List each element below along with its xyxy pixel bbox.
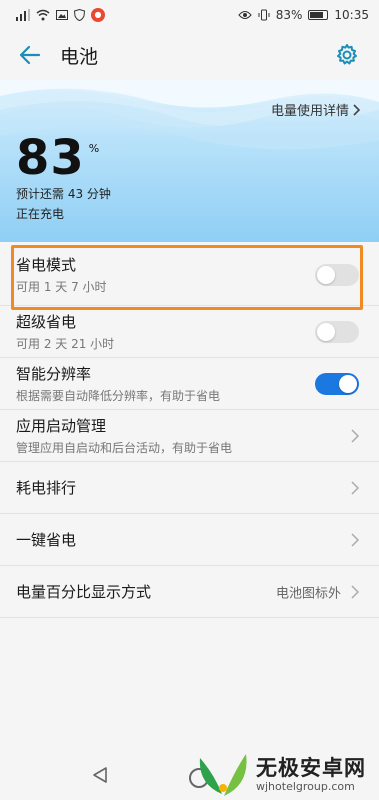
battery-hero: 电量使用详情 83 % 预计还需 43 分钟 正在充电 <box>0 80 379 242</box>
list-item-power-consumption-ranking[interactable]: 耗电排行 <box>0 462 379 514</box>
list-item-ultra-power-saving[interactable]: 超级省电 可用 2 天 21 小时 <box>0 306 379 358</box>
list-item-battery-percentage-display[interactable]: 电量百分比显示方式 电池图标外 <box>0 566 379 618</box>
chevron-right-icon <box>353 103 361 116</box>
app-bar: 电池 <box>0 30 379 80</box>
arrow-left-icon <box>19 45 41 65</box>
shield-icon <box>74 9 85 21</box>
charging-status: 正在充电 <box>16 207 65 221</box>
item-subtitle: 管理应用自启动和后台活动，有助于省电 <box>16 441 233 455</box>
item-title: 一键省电 <box>16 531 77 549</box>
nav-back-icon[interactable] <box>92 766 108 784</box>
smart-resolution-toggle[interactable] <box>315 372 359 395</box>
chevron-right-icon <box>351 584 359 599</box>
battery-percent-text: 83% <box>275 8 303 22</box>
battery-unit: % <box>88 142 100 155</box>
watermark: 无极安卓网 wjhotelgroup.com <box>190 742 379 800</box>
chevron-right-icon <box>351 480 359 495</box>
watermark-url: wjhotelgroup.com <box>256 780 355 793</box>
eye-icon <box>238 10 252 20</box>
chevron-right-icon <box>351 428 359 443</box>
toggle-knob <box>339 374 357 393</box>
item-title: 智能分辨率 <box>16 365 92 383</box>
battery-icon <box>308 10 329 20</box>
list-item-app-launch-management[interactable]: 应用启动管理 管理应用自启动和后台活动，有助于省电 <box>0 410 379 462</box>
list-item-smart-resolution[interactable]: 智能分辨率 根据需要自动降低分辨率，有助于省电 <box>0 358 379 410</box>
status-right: 83% 10:35 <box>238 8 369 22</box>
toggle-knob <box>317 265 335 284</box>
toggle-knob <box>317 322 335 341</box>
clock: 10:35 <box>334 8 369 22</box>
signal-icon <box>16 9 30 21</box>
app-notification-icon: ● <box>91 8 105 22</box>
settings-list: 省电模式 可用 1 天 7 小时 超级省电 可用 2 天 21 小时 智能分辨率… <box>0 244 379 618</box>
battery-number: 83 <box>16 130 85 186</box>
settings-button[interactable] <box>327 35 367 75</box>
watermark-logo-icon <box>199 754 247 796</box>
ultra-power-saving-toggle[interactable] <box>315 320 359 343</box>
battery-percentage: 83 % <box>16 132 99 184</box>
item-title: 耗电排行 <box>16 479 77 497</box>
list-item-power-saving-mode[interactable]: 省电模式 可用 1 天 7 小时 <box>0 244 379 306</box>
item-subtitle: 根据需要自动降低分辨率，有助于省电 <box>16 389 221 403</box>
item-title: 超级省电 <box>16 313 77 331</box>
back-button[interactable] <box>10 35 50 75</box>
item-value: 电池图标外 <box>275 586 341 601</box>
item-subtitle: 可用 1 天 7 小时 <box>16 280 107 294</box>
list-item-one-tap-optimize[interactable]: 一键省电 <box>0 514 379 566</box>
vibrate-icon <box>258 9 270 21</box>
wifi-icon <box>36 9 50 21</box>
chevron-right-icon <box>351 532 359 547</box>
item-title: 应用启动管理 <box>16 417 107 435</box>
power-saving-toggle[interactable] <box>315 263 359 286</box>
gear-icon <box>337 44 357 65</box>
item-subtitle: 可用 2 天 21 小时 <box>16 337 115 351</box>
usage-details-label: 电量使用详情 <box>270 104 349 119</box>
status-bar: ● 83% 10:35 <box>0 0 379 30</box>
status-left: ● <box>16 8 105 22</box>
image-icon <box>56 9 68 21</box>
watermark-title: 无极安卓网 <box>256 756 366 780</box>
page-title: 电池 <box>60 45 99 68</box>
item-title: 省电模式 <box>16 256 77 274</box>
usage-details-link[interactable]: 电量使用详情 <box>271 100 361 119</box>
remaining-time: 预计还需 43 分钟 <box>16 187 111 201</box>
